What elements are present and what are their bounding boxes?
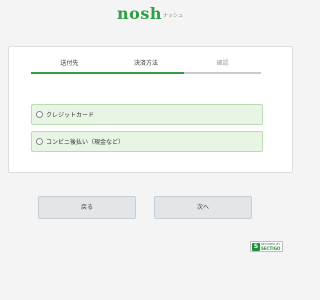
payment-option-credit-card[interactable]: クレジットカード [31, 104, 263, 125]
step-confirm: 確認 [184, 58, 262, 74]
radio-button-icon[interactable] [36, 138, 43, 145]
back-button[interactable]: 戻る [38, 196, 136, 219]
next-button[interactable]: 次へ [154, 196, 252, 219]
logo-wordmark: nosh [117, 4, 162, 23]
progress-steps: 送付先 決済方法 確認 [31, 58, 262, 74]
badge-text: SECURED BY SECTIGO [261, 242, 281, 251]
step-shipping: 送付先 [31, 58, 108, 74]
logo-subtext: ナッシュ [162, 13, 183, 19]
payment-option-label: クレジットカード [46, 112, 95, 119]
step-payment: 決済方法 [107, 58, 185, 74]
badge-line-brand: SECTIGO [261, 245, 281, 251]
security-badge[interactable]: S SECURED BY SECTIGO [250, 241, 283, 252]
checkout-card: 送付先 決済方法 確認 クレジットカード コンビニ後払い（現金など） [8, 46, 293, 173]
shield-icon: S [252, 242, 260, 251]
brand-logo[interactable]: noshナッシュ [0, 4, 300, 23]
payment-option-convenience-store[interactable]: コンビニ後払い（現金など） [31, 131, 263, 152]
radio-button-icon[interactable] [36, 111, 43, 118]
payment-option-label: コンビニ後払い（現金など） [46, 139, 125, 146]
